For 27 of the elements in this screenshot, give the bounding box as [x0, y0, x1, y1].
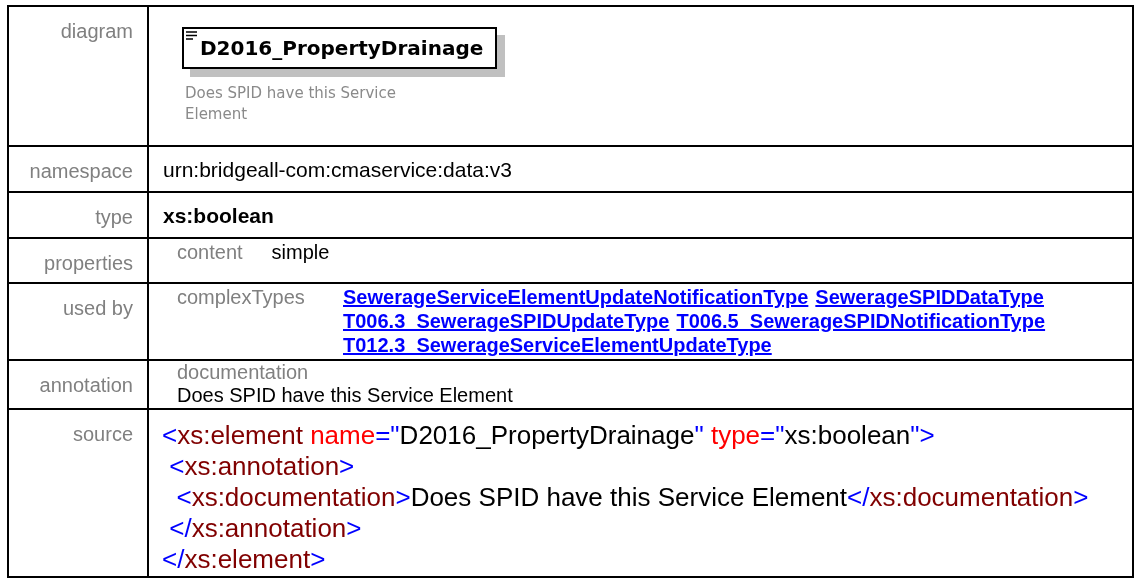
row-label: annotation	[39, 374, 133, 396]
row-label: diagram	[60, 20, 133, 42]
type-value: xs:boolean	[162, 203, 275, 229]
code-line: </xs:annotation>	[168, 513, 362, 544]
code-line: </xs:element>	[162, 544, 326, 575]
row-label: type	[95, 206, 133, 228]
used-by-category: complexTypes	[177, 285, 306, 310]
property-name: content	[177, 240, 243, 265]
namespace-value: urn:bridgeall-com:cmaservice:data:v3	[162, 157, 513, 183]
element-box: D2016_PropertyDrainage	[182, 27, 498, 69]
row-label: used by	[62, 297, 133, 319]
row-label: namespace	[29, 160, 133, 182]
code-line: <xs:documentation>Does SPID have this Service Element</xs:documentation>	[175, 482, 1089, 513]
type-link[interactable]: SewerageServiceElementUpdateNotificationType	[343, 285, 809, 309]
property-value: simple	[271, 240, 330, 265]
type-link[interactable]: SewerageSPIDDataType	[815, 285, 1044, 309]
type-link[interactable]: T006.5_SewerageSPIDNotificationType	[676, 309, 1046, 333]
lines-icon	[186, 31, 197, 40]
code-line: <xs:element name="D2016_PropertyDrainage" type="xs:boolean">	[162, 420, 935, 451]
type-link[interactable]: T012.3_SewerageServiceElementUpdateType	[343, 333, 772, 357]
row-label: properties	[44, 252, 133, 274]
code-line: <xs:annotation>	[168, 451, 355, 482]
type-link[interactable]: T006.3_SewerageSPIDUpdateType	[343, 309, 670, 333]
documentation-text: Does SPID have this Service Element	[177, 384, 513, 407]
annotation-kind: documentation	[177, 361, 309, 384]
row-label: source	[72, 423, 133, 445]
element-description: Does SPID have this Service Element	[184, 83, 397, 125]
